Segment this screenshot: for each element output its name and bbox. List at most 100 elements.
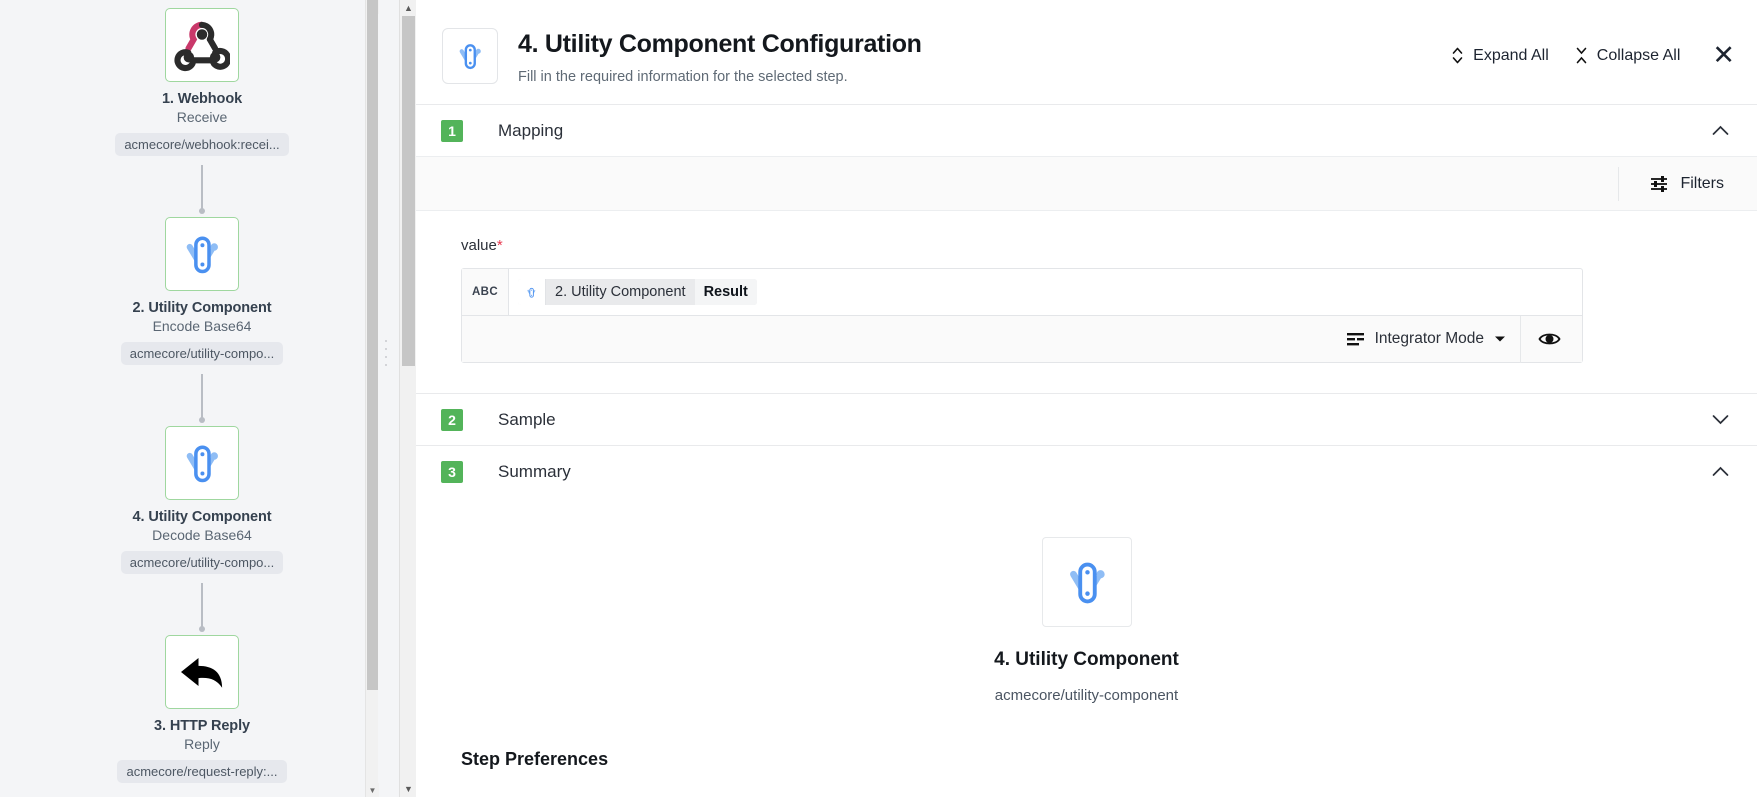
panel-resize-handle[interactable] [382, 340, 390, 366]
expand-vertical-icon [1452, 47, 1463, 64]
header-actions: Expand All Collapse All ✕ [1451, 26, 1735, 69]
flow-node-subtitle: Encode Base64 [152, 318, 252, 334]
flow-sidebar: 1. Webhook Receive acmecore/webhook:rece… [0, 0, 416, 797]
mapping-chip-area[interactable]: 2. Utility Component Result [509, 269, 1582, 315]
summary-step-title: 4. Utility Component [994, 649, 1179, 670]
page-title: 4. Utility Component Configuration [518, 30, 922, 58]
section-number-badge: 2 [441, 408, 463, 431]
flow-node-title: 1. Webhook [161, 91, 243, 107]
handle-dot [385, 356, 387, 358]
handle-dot [385, 348, 387, 350]
type-badge-abc: ABC [462, 269, 509, 315]
flow-node-path: acmecore/utility-compo... [120, 342, 284, 365]
http-reply-arrow-icon [181, 658, 223, 688]
utility-component-icon [186, 236, 218, 274]
section-header-sample[interactable]: 2 Sample [416, 393, 1757, 445]
chip-value: Result [694, 279, 757, 305]
integrator-mode-dropdown[interactable]: Integrator Mode [1332, 316, 1520, 363]
required-marker: * [496, 237, 503, 254]
close-icon[interactable]: ✕ [1712, 42, 1735, 69]
step-preferences-heading: Step Preferences [461, 749, 609, 769]
mapping-footer-toolbar: Integrator Mode [462, 315, 1582, 363]
section-label: Mapping [498, 120, 564, 140]
chip-step-name: 2. Utility Component [555, 284, 686, 300]
mapping-input-row[interactable]: ABC 2. Utility Component Result [462, 269, 1582, 315]
collapse-all-label: Collapse All [1596, 46, 1681, 64]
flow-node-subtitle: Decode Base64 [152, 527, 252, 543]
page-subtitle: Fill in the required information for the… [518, 69, 848, 85]
flow-node-icon-box[interactable] [165, 217, 239, 291]
eye-icon [1538, 333, 1561, 345]
flow-connector-1 [199, 165, 205, 214]
value-field-label: value* [461, 237, 1729, 254]
value-mapping-field[interactable]: ABC 2. Utility Component Result Integrat… [461, 268, 1583, 363]
utility-component-icon [186, 445, 218, 483]
expand-all-label: Expand All [1473, 46, 1549, 64]
header-text-group: 4. Utility Component Configuration Fill … [518, 26, 922, 85]
utility-component-icon [527, 287, 536, 298]
flow-node-icon-box-selected[interactable] [165, 426, 239, 500]
chevron-down-icon[interactable] [1712, 412, 1729, 428]
header-step-icon-box [442, 28, 498, 84]
section-header-summary[interactable]: 3 Summary [416, 445, 1757, 497]
flow-node-2[interactable]: 2. Utility Component Encode Base64 acmec… [0, 217, 404, 365]
page-scrollbar[interactable]: ▲ ▼ [399, 0, 416, 797]
summary-step-path: acmecore/utility-component [994, 687, 1179, 704]
flow-node-subtitle: Receive [176, 109, 228, 125]
flow-node-icon-box[interactable] [165, 8, 239, 82]
scrollbar-thumb[interactable] [367, 0, 378, 690]
flow-node-path: acmecore/webhook:recei... [115, 133, 289, 156]
section-header-mapping[interactable]: 1 Mapping [416, 104, 1757, 156]
collapse-vertical-icon [1576, 47, 1587, 64]
workflow-configuration-screen: 1. Webhook Receive acmecore/webhook:rece… [0, 0, 1757, 797]
flow-node-icon-box[interactable] [165, 635, 239, 709]
flow-node-subtitle: Reply [184, 736, 220, 752]
mapping-chip[interactable]: 2. Utility Component Result [518, 279, 757, 305]
flow-connector-3 [199, 583, 205, 632]
page-scrollbar-thumb[interactable] [402, 16, 415, 366]
section-label: Sample [498, 409, 556, 429]
filters-icon [1651, 175, 1668, 192]
preview-toggle-button[interactable] [1520, 315, 1578, 363]
webhook-icon [174, 21, 230, 71]
integrator-mode-label: Integrator Mode [1374, 330, 1484, 347]
section-list: 1 Mapping Filters value* ABC 2. Utility … [416, 104, 1757, 797]
chevron-up-icon[interactable] [1712, 123, 1729, 139]
mapping-body: value* ABC 2. Utility Component Result I… [416, 211, 1757, 393]
section-label: Summary [498, 461, 571, 481]
summary-step-icon-box [1041, 537, 1132, 627]
flow-panel-scrollbar[interactable]: ▲ ▼ [365, 0, 379, 797]
chevron-up-icon[interactable] [1712, 464, 1729, 480]
filters-label: Filters [1680, 174, 1724, 192]
summary-body: 4. Utility Component acmecore/utility-co… [416, 497, 1757, 770]
flow-node-list: 1. Webhook Receive acmecore/webhook:rece… [0, 0, 404, 783]
flow-node-title: 3. HTTP Reply [154, 718, 250, 734]
flow-node-title: 4. Utility Component [132, 509, 272, 525]
scroll-down-icon[interactable]: ▼ [366, 783, 379, 797]
filters-toolbar: Filters [416, 156, 1757, 211]
flow-node-1[interactable]: 1. Webhook Receive acmecore/webhook:rece… [0, 8, 404, 156]
panel-header: 4. Utility Component Configuration Fill … [416, 0, 1757, 104]
filters-button[interactable]: Filters [1618, 166, 1724, 201]
flow-node-4[interactable]: 3. HTTP Reply Reply acmecore/request-rep… [0, 635, 404, 783]
value-field-label-text: value [461, 237, 497, 254]
section-number-badge: 3 [441, 460, 463, 483]
chip-step-icon [518, 279, 546, 305]
flow-node-path: acmecore/utility-compo... [120, 551, 284, 574]
configuration-panel: 4. Utility Component Configuration Fill … [416, 0, 1757, 797]
expand-all-button[interactable]: Expand All [1451, 47, 1549, 65]
flow-node-3[interactable]: 4. Utility Component Decode Base64 acmec… [0, 426, 404, 574]
collapse-all-button[interactable]: Collapse All [1575, 46, 1681, 65]
section-number-badge: 1 [441, 119, 463, 142]
chevron-down-icon [1495, 336, 1505, 342]
page-scroll-down-icon[interactable]: ▼ [400, 781, 416, 797]
flow-connector-2 [199, 374, 205, 423]
utility-component-icon [459, 44, 481, 70]
flow-node-path: acmecore/request-reply:... [117, 760, 287, 783]
integrator-mode-icon [1346, 332, 1364, 345]
handle-dot [385, 340, 387, 342]
flow-node-title: 2. Utility Component [132, 300, 272, 316]
page-scroll-up-icon[interactable]: ▲ [400, 0, 416, 16]
handle-dot [385, 364, 387, 366]
utility-component-icon [1069, 562, 1105, 604]
